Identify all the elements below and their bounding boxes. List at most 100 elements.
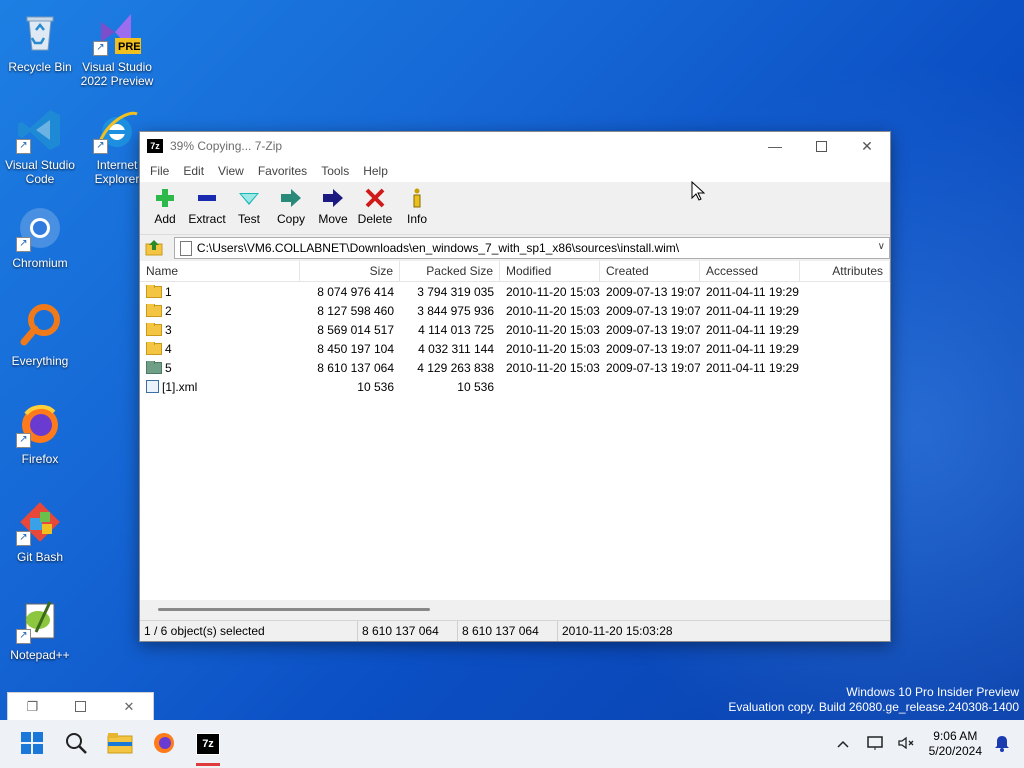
watermark-line1: Windows 10 Pro Insider Preview xyxy=(846,685,1019,699)
column-attributes[interactable]: Attributes xyxy=(800,261,890,281)
move-label: Move xyxy=(318,212,348,226)
menu-file[interactable]: File xyxy=(143,164,176,178)
maximize-button[interactable] xyxy=(798,132,844,160)
file-explorer-button[interactable] xyxy=(98,720,142,768)
row-accessed: 2011-04-11 19:29 xyxy=(706,360,799,375)
shortcut-arrow-icon: ↗ xyxy=(93,41,108,56)
delete-button[interactable]: Delete xyxy=(354,182,396,226)
maximize-icon[interactable] xyxy=(75,701,87,712)
name-cell: 5 xyxy=(140,360,300,375)
address-field[interactable]: C:\Users\VM6.COLLABNET\Downloads\en_wind… xyxy=(173,237,890,259)
search-button[interactable] xyxy=(54,720,98,768)
row-modified: 2010-11-20 15:03 xyxy=(506,322,600,337)
row-created: 2009-07-13 19:07 xyxy=(606,303,700,318)
notification-bell-icon[interactable] xyxy=(994,734,1010,755)
column-modified[interactable]: Modified xyxy=(500,261,600,281)
taskbar: 7z 9:06 AM 5/20/2024 xyxy=(0,720,1024,768)
visual-studio-preview-icon: PRE ↗ xyxy=(93,8,141,56)
name-cell: [1].xml xyxy=(140,380,300,394)
7zip-button[interactable]: 7z xyxy=(186,720,230,768)
volume-muted-icon[interactable] xyxy=(897,735,915,754)
scrollbar-thumb[interactable] xyxy=(158,608,430,611)
test-button[interactable]: Test xyxy=(228,182,270,226)
desktop-icon-chromium[interactable]: ↗ Chromium xyxy=(0,204,80,270)
windows-logo-icon xyxy=(21,731,43,757)
row-modified: 2010-11-20 15:03 xyxy=(506,360,600,375)
info-button[interactable]: Info xyxy=(396,182,438,226)
desktop-icon-label: Everything xyxy=(11,354,69,368)
menu-edit[interactable]: Edit xyxy=(176,164,211,178)
title-bar[interactable]: 7z 39% Copying... 7-Zip — ✕ xyxy=(140,132,890,160)
close-icon[interactable]: ✕ xyxy=(124,699,135,715)
status-packed: 8 610 137 064 xyxy=(458,621,558,641)
desktop-icon-firefox[interactable]: ↗ Firefox xyxy=(0,400,80,466)
status-selection: 1 / 6 object(s) selected xyxy=(140,621,358,641)
column-created[interactable]: Created xyxy=(600,261,700,281)
row-packed: 4 032 311 144 xyxy=(418,341,494,356)
column-packed-size[interactable]: Packed Size xyxy=(400,261,500,281)
desktop-icon-recycle-bin[interactable]: Recycle Bin xyxy=(0,8,80,74)
firefox-button[interactable] xyxy=(142,720,186,768)
desktop-icon-vscode[interactable]: ↗ Visual Studio Code xyxy=(0,106,80,186)
restore-icon[interactable]: ❐ xyxy=(27,699,39,715)
column-accessed[interactable]: Accessed xyxy=(700,261,800,281)
status-modified: 2010-11-20 15:03:28 xyxy=(562,624,673,638)
row-modified: 2010-11-20 15:03 xyxy=(506,303,600,318)
clock[interactable]: 9:06 AM 5/20/2024 xyxy=(929,729,982,759)
chromium-icon: ↗ xyxy=(16,204,64,252)
row-accessed: 2011-04-11 19:29 xyxy=(706,284,799,299)
shortcut-arrow-icon: ↗ xyxy=(93,139,108,154)
name-cell: 2 xyxy=(140,303,300,318)
close-button[interactable]: ✕ xyxy=(844,132,890,160)
menu-favorites[interactable]: Favorites xyxy=(251,164,314,178)
list-header: Name Size Packed Size Modified Created A… xyxy=(140,261,890,282)
row-modified: 2010-11-20 15:03 xyxy=(506,284,600,299)
extract-button[interactable]: Extract xyxy=(186,182,228,226)
table-row-selected[interactable]: 5 8 610 137 064 4 129 263 838 2010-11-20… xyxy=(140,358,890,377)
table-row[interactable]: [1].xml 10 536 10 536 xyxy=(140,377,890,396)
notepad-plus-plus-icon: ↗ xyxy=(16,596,64,644)
name-cell: 1 xyxy=(140,284,300,299)
chevron-up-icon[interactable] xyxy=(837,737,849,751)
menu-help[interactable]: Help xyxy=(356,164,395,178)
table-row[interactable]: 4 8 450 197 104 4 032 311 144 2010-11-20… xyxy=(140,339,890,358)
copy-button[interactable]: Copy xyxy=(270,182,312,226)
row-size: 8 610 137 064 xyxy=(317,360,394,375)
folder-icon xyxy=(146,322,162,336)
file-list[interactable]: Name Size Packed Size Modified Created A… xyxy=(140,261,890,600)
table-row[interactable]: 1 8 074 976 414 3 794 319 035 2010-11-20… xyxy=(140,282,890,301)
status-size: 8 610 137 064 xyxy=(358,621,458,641)
horizontal-scrollbar[interactable] xyxy=(140,600,890,620)
row-size: 8 569 014 517 xyxy=(317,322,394,337)
folder-icon xyxy=(107,732,133,757)
test-check-icon xyxy=(228,188,270,208)
row-size: 8 127 598 460 xyxy=(317,303,394,318)
7zip-icon: 7z xyxy=(196,733,220,755)
row-created: 2009-07-13 19:07 xyxy=(606,322,700,337)
chevron-down-icon[interactable]: ∨ xyxy=(878,241,885,252)
up-folder-button[interactable] xyxy=(142,237,166,259)
add-button[interactable]: Add xyxy=(144,182,186,226)
vscode-icon: ↗ xyxy=(16,106,64,154)
maximize-icon xyxy=(815,140,827,152)
row-packed: 3 844 975 936 xyxy=(417,303,494,318)
table-row[interactable]: 2 8 127 598 460 3 844 975 936 2010-11-20… xyxy=(140,301,890,320)
column-name[interactable]: Name xyxy=(140,261,300,281)
network-icon[interactable] xyxy=(866,735,885,754)
desktop-icon-notepad-plus-plus[interactable]: ↗ Notepad++ xyxy=(0,596,80,662)
start-button[interactable] xyxy=(10,720,54,768)
table-row[interactable]: 3 8 569 014 517 4 114 013 725 2010-11-20… xyxy=(140,320,890,339)
system-tray: 9:06 AM 5/20/2024 xyxy=(825,720,1024,768)
recycle-bin-icon xyxy=(16,8,64,56)
minimized-progress-dialog[interactable]: ❐ ✕ xyxy=(7,692,154,721)
menu-tools[interactable]: Tools xyxy=(314,164,356,178)
menu-view[interactable]: View xyxy=(211,164,251,178)
minimize-button[interactable]: — xyxy=(752,132,798,160)
move-button[interactable]: Move xyxy=(312,182,354,226)
watermark-line2: Evaluation copy. Build 26080.ge_release.… xyxy=(728,700,1019,714)
row-packed: 3 794 319 035 xyxy=(417,284,494,299)
desktop-icon-git-bash[interactable]: ↗ Git Bash xyxy=(0,498,80,564)
desktop-icon-visual-studio-preview[interactable]: PRE ↗ Visual Studio 2022 Preview xyxy=(77,8,157,88)
desktop-icon-everything[interactable]: Everything xyxy=(0,302,80,368)
column-size[interactable]: Size xyxy=(300,261,400,281)
